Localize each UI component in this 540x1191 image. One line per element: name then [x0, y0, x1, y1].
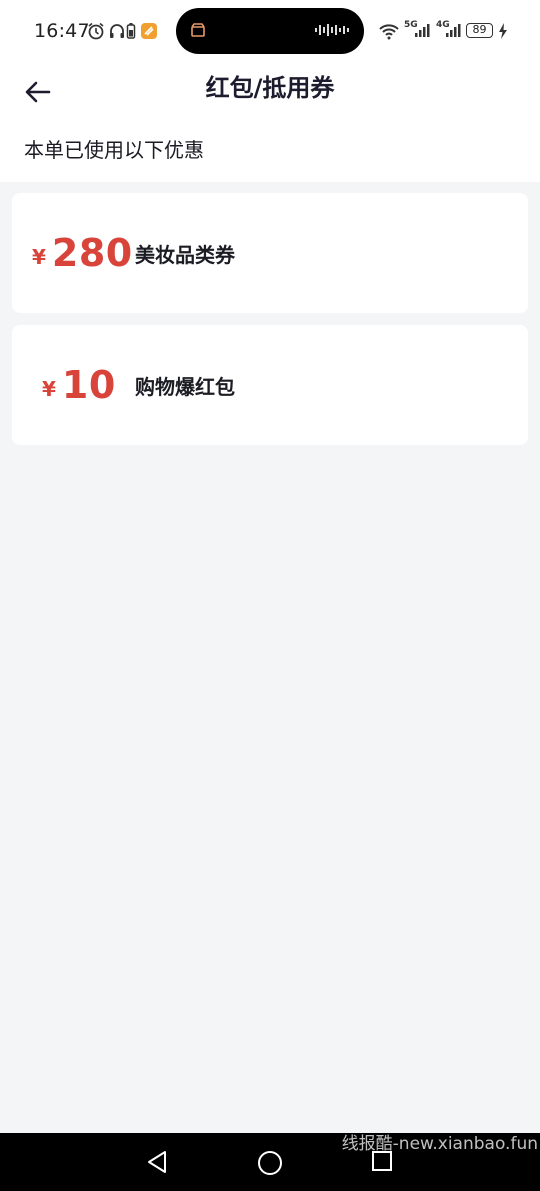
coupon-amount: ¥ 10 [42, 325, 116, 445]
charging-bolt-icon [499, 23, 507, 39]
page-title: 红包/抵用券 [205, 74, 335, 102]
app-notification-icon [141, 23, 157, 39]
currency-symbol: ¥ [32, 245, 46, 269]
nav-home-icon[interactable] [257, 1150, 283, 1176]
alarm-icon [88, 22, 104, 40]
currency-symbol: ¥ [42, 377, 56, 401]
status-bar: 16:47 5G 4G 89 [0, 0, 540, 62]
battery-indicator: 89 [466, 23, 493, 38]
coupon-amount: ¥ 280 [32, 193, 133, 313]
coupon-card: ¥ 10 购物爆红包 [12, 325, 528, 445]
coupon-name: 美妆品类券 [135, 242, 235, 267]
audio-wave-icon [315, 24, 349, 36]
nav-back-icon[interactable] [146, 1150, 168, 1174]
signal-1-icon [415, 24, 430, 37]
device-battery-icon [126, 23, 136, 39]
headphones-icon [110, 24, 124, 38]
coupon-card: ¥ 280 美妆品类券 [12, 193, 528, 313]
coupon-value: 10 [61, 363, 116, 407]
signal-2-icon [446, 24, 461, 37]
header: 红包/抵用券 本单已使用以下优惠 [0, 62, 540, 182]
watermark: 线报酷-new.xianbao.fun [341, 1134, 538, 1154]
discount-subtitle: 本单已使用以下优惠 [24, 138, 204, 162]
status-time: 16:47 [34, 20, 90, 42]
coupon-value: 280 [51, 231, 133, 275]
coupon-name: 购物爆红包 [135, 374, 235, 399]
store-icon [191, 23, 205, 37]
wifi-icon [379, 24, 399, 40]
dynamic-island [176, 8, 364, 54]
